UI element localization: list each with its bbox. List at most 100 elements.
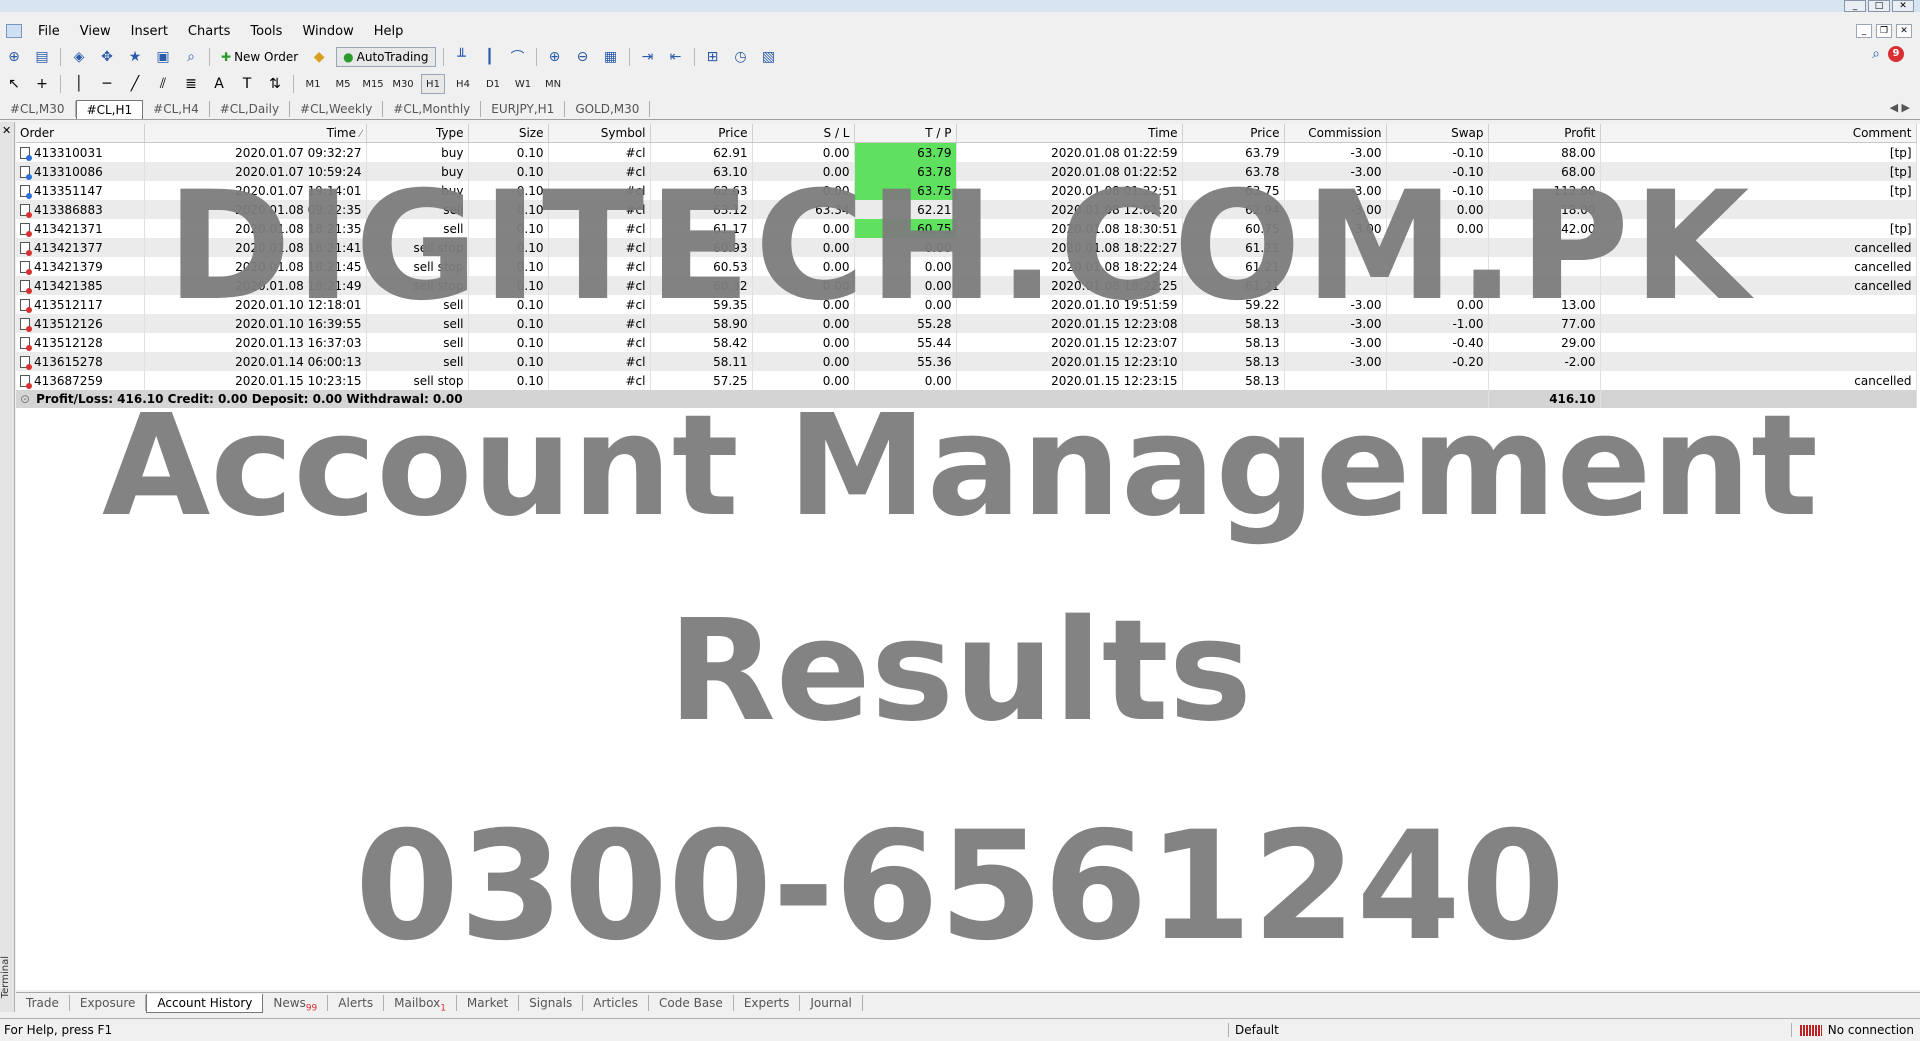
vertical-line-icon[interactable]: │ [68,74,90,94]
timeframe-m5[interactable]: M5 [331,74,355,94]
terminal-close-icon[interactable]: ✕ [2,124,11,137]
tab-exposure[interactable]: Exposure [70,995,147,1011]
channel-icon[interactable]: ⫽ [152,74,174,94]
menu-insert[interactable]: Insert [121,24,178,39]
metaeditor-icon[interactable]: ◆ [308,47,330,67]
arrows-icon[interactable]: ⇅ [264,74,286,94]
timeframe-mn[interactable]: MN [541,74,565,94]
timeframe-d1[interactable]: D1 [481,74,505,94]
autotrading-button[interactable]: ● AutoTrading [336,47,436,67]
timeframe-w1[interactable]: W1 [511,74,535,94]
market-watch-icon[interactable]: ◈ [68,47,90,67]
col-type[interactable]: Type [366,124,469,143]
terminal-icon[interactable]: ▣ [152,47,174,67]
timeframe-m1[interactable]: M1 [301,74,325,94]
col-sl[interactable]: S / L [752,124,855,143]
menu-help[interactable]: Help [364,24,414,39]
indicators-icon[interactable]: ⊞ [702,47,724,67]
notifications-badge[interactable]: 9 [1888,46,1904,62]
trendline-icon[interactable]: ╱ [124,74,146,94]
text-icon[interactable]: A [208,74,230,94]
table-row[interactable]: 413421371 2020.01.08 18:21:35 sell 0.10 #cl 6… [16,219,1917,238]
col-open-price[interactable]: Price [650,124,753,143]
timeframe-h4[interactable]: H4 [451,74,475,94]
table-row[interactable]: 413512126 2020.01.10 16:39:55 sell 0.10 #cl 5… [16,314,1917,333]
table-row[interactable]: 413615278 2020.01.14 06:00:13 sell 0.10 #cl 5… [16,352,1917,371]
auto-scroll-icon[interactable]: ⇥ [637,47,659,67]
timeframe-m15[interactable]: M15 [361,74,385,94]
chart-tab-cl-h1[interactable]: #CL,H1 [75,99,144,119]
crosshair-icon[interactable]: + [31,74,53,94]
table-row[interactable]: 413386883 2020.01.08 09:22:35 sell 0.10 #cl 6… [16,200,1917,219]
col-open-time[interactable]: Time ⁄ [144,124,367,143]
tile-windows-icon[interactable]: ▦ [600,47,622,67]
strategy-tester-icon[interactable]: ⌕ [180,47,202,67]
table-row[interactable]: 413310086 2020.01.07 10:59:24 buy 0.10 #cl 63… [16,162,1917,181]
templates-icon[interactable]: ▧ [758,47,780,67]
col-comment[interactable]: Comment [1600,124,1917,143]
tab-trade[interactable]: Trade [16,995,70,1011]
zoom-in-icon[interactable]: ⊕ [544,47,566,67]
table-row[interactable]: 413310031 2020.01.07 09:32:27 buy 0.10 #cl 62… [16,142,1917,162]
chart-tab-gold-m30[interactable]: GOLD,M30 [565,101,651,117]
periods-icon[interactable]: ◷ [730,47,752,67]
minimize-icon[interactable]: _ [1844,0,1866,12]
line-chart-icon[interactable]: ⌒ [507,47,529,67]
profiles-icon[interactable]: ▤ [31,47,53,67]
mdi-restore-icon[interactable]: ❐ [1876,24,1892,38]
tab-account-history[interactable]: Account History [146,993,264,1013]
col-size[interactable]: Size [468,124,549,143]
col-close-time[interactable]: Time [956,124,1183,143]
maximize-icon[interactable]: □ [1868,0,1890,12]
col-symbol[interactable]: Symbol [548,124,651,143]
text-label-icon[interactable]: T [236,74,258,94]
table-row[interactable]: 413421377 2020.01.08 18:21:41 sell stop 0.1… [16,238,1917,257]
menu-tools[interactable]: Tools [240,24,292,39]
chart-shift-icon[interactable]: ⇤ [665,47,687,67]
chart-tab-cl-daily[interactable]: #CL,Daily [210,101,291,117]
horizontal-line-icon[interactable]: ─ [96,74,118,94]
new-order-button[interactable]: ✚ New Order [217,47,302,67]
mdi-close-icon[interactable]: ✕ [1896,24,1912,38]
tab-news[interactable]: News99 [263,995,329,1013]
col-tp[interactable]: T / P [854,124,957,143]
table-row[interactable]: 413421385 2020.01.08 18:21:49 sell stop 0.1… [16,276,1917,295]
cursor-icon[interactable]: ↖ [3,74,25,94]
col-commission[interactable]: Commission [1284,124,1387,143]
chart-tab-cl-monthly[interactable]: #CL,Monthly [383,101,482,117]
timeframe-m30[interactable]: M30 [391,74,415,94]
col-swap[interactable]: Swap [1386,124,1489,143]
tab-scroll-arrows[interactable]: ◀ ▶ [1890,101,1910,114]
data-window-icon[interactable]: ✥ [96,47,118,67]
tab-mailbox[interactable]: Mailbox1 [384,995,457,1013]
fibonacci-icon[interactable]: ≣ [180,74,202,94]
menu-view[interactable]: View [70,24,121,39]
table-row[interactable]: 413512128 2020.01.13 16:37:03 sell 0.10 #cl 5… [16,333,1917,352]
tab-alerts[interactable]: Alerts [328,995,385,1011]
zoom-out-icon[interactable]: ⊖ [572,47,594,67]
menu-window[interactable]: Window [292,24,363,39]
tab-market[interactable]: Market [457,995,520,1011]
navigator-icon[interactable]: ★ [124,47,146,67]
table-row[interactable]: 413351147 2020.01.07 19:14:01 buy 0.10 #cl 62… [16,181,1917,200]
tab-journal[interactable]: Journal [800,995,863,1011]
table-row[interactable]: 413687259 2020.01.15 10:23:15 sell stop 0.1… [16,371,1917,390]
chart-tab-cl-m30[interactable]: #CL,M30 [0,101,76,117]
chart-tab-eurjpy-h1[interactable]: EURJPY,H1 [481,101,566,117]
new-chart-icon[interactable]: ⊕ [3,47,25,67]
chart-tab-cl-h4[interactable]: #CL,H4 [143,101,210,117]
tab-code-base[interactable]: Code Base [649,995,734,1011]
mdi-minimize-icon[interactable]: _ [1856,24,1872,38]
col-close-price[interactable]: Price [1182,124,1285,143]
chart-tab-cl-weekly[interactable]: #CL,Weekly [290,101,384,117]
tab-articles[interactable]: Articles [583,995,650,1011]
timeframe-h1[interactable]: H1 [421,74,445,94]
menu-charts[interactable]: Charts [178,24,241,39]
search-icon[interactable]: ⌕ [1872,46,1880,62]
table-row[interactable]: 413421379 2020.01.08 18:21:45 sell stop 0.1… [16,257,1917,276]
tab-signals[interactable]: Signals [519,995,584,1011]
col-profit[interactable]: Profit [1488,124,1601,143]
bar-chart-icon[interactable]: ╨ [451,47,473,67]
col-order[interactable]: Order [16,124,145,143]
close-icon[interactable]: ✕ [1892,0,1914,12]
